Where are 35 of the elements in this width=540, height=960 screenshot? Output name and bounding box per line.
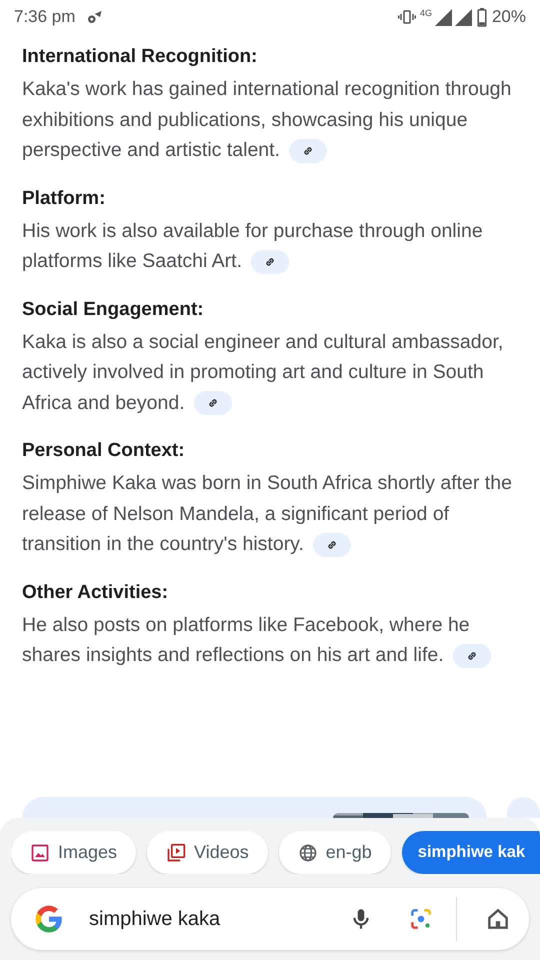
clock-time: 7:36 pm (14, 7, 76, 27)
section-text: His work is also available for purchase through online platforms like Saatchi Art. (22, 218, 484, 276)
section-heading: International Recognition: (22, 45, 258, 69)
filter-chip[interactable]: Images (11, 831, 136, 874)
network-type: 4G (420, 8, 432, 18)
google-logo-icon (33, 903, 65, 935)
section-heading: Other Activities: (22, 580, 170, 604)
signal-icon (454, 8, 472, 26)
battery-icon (476, 8, 487, 26)
section-text: He also posts on platforms like Facebook, where he shares insights and reflections on his art and life. (22, 610, 514, 670)
section-text: Simphiwe Kaka was born in South Africa shortly after the release of Nelson Mandela, a significant period of transition in the country's history. (22, 471, 513, 559)
result-card[interactable] (22, 797, 487, 818)
video-icon (166, 842, 186, 862)
vibrate-icon (398, 8, 416, 26)
camera-lens-icon[interactable] (408, 906, 434, 932)
filter-chip[interactable]: simphiwe kak (402, 831, 540, 874)
link-button[interactable] (313, 532, 352, 557)
link-button[interactable] (251, 250, 290, 274)
section-heading: Social Engagement: (22, 298, 205, 322)
signal-icon (434, 8, 452, 26)
link-button[interactable] (194, 391, 232, 416)
battery-level: 20% (492, 7, 526, 27)
section-heading: Platform: (22, 186, 106, 210)
filter-chip[interactable]: en-gb (278, 831, 391, 874)
section-text: Kaka's work has gained international recognition through exhibitions and publications, showcasing his unique perspective and artistic talent. (22, 77, 512, 165)
image-icon (30, 842, 50, 862)
section-heading: Personal Context: (22, 439, 186, 463)
search-query: simphiwe kaka (89, 908, 222, 930)
globe-icon (298, 842, 318, 862)
home-icon[interactable] (485, 906, 511, 932)
link-button[interactable] (453, 644, 492, 668)
filter-chip[interactable]: Videos (147, 831, 268, 874)
link-button[interactable] (289, 138, 328, 163)
section-text: Kaka is also a social engineer and cultural ambassador, actively involved in promoting art and culture in South Africa and beyond. (22, 330, 504, 418)
search-field[interactable]: simphiwe kaka (11, 888, 529, 950)
